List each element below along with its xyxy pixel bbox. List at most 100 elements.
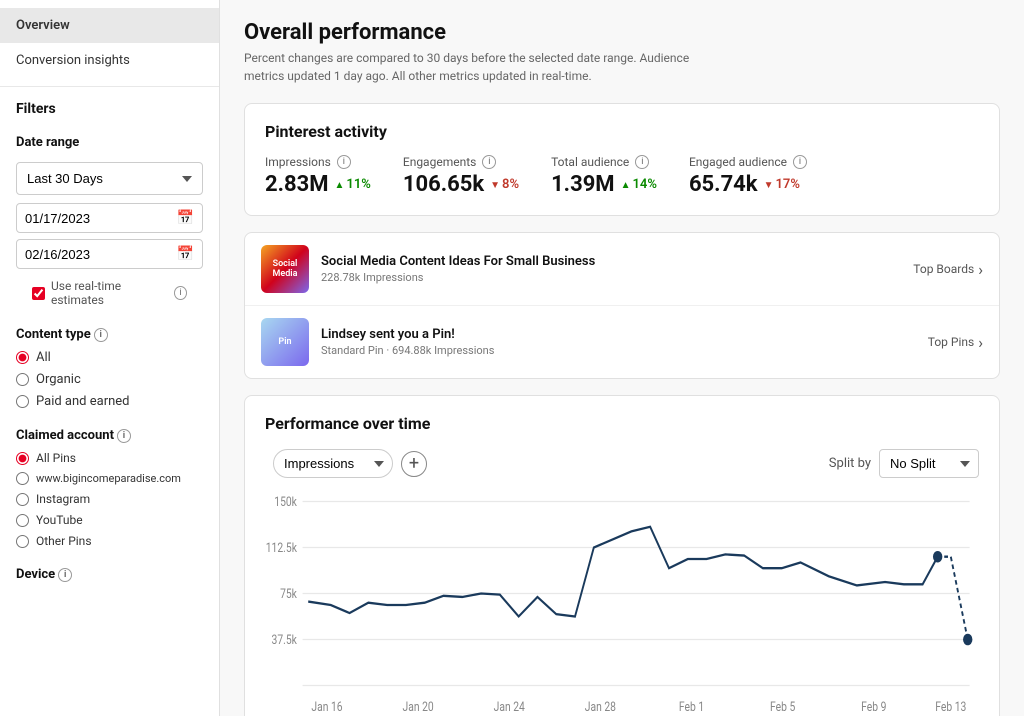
svg-text:Feb 5: Feb 5 [770, 699, 796, 714]
performance-title: Performance over time [265, 414, 430, 433]
svg-text:Feb 13: Feb 13 [935, 699, 966, 714]
total-audience-arrow-up [621, 177, 631, 192]
end-date-input-row: 📅 [16, 239, 203, 269]
performance-card: Performance over time Impressions + Spli… [244, 395, 1000, 716]
metric-impressions-label: Impressions i [265, 155, 371, 169]
featured-info-0: Social Media Content Ideas For Small Bus… [321, 254, 913, 284]
metric-select[interactable]: Impressions [273, 449, 393, 478]
engaged-audience-info-icon[interactable]: i [793, 155, 807, 169]
featured-sub-1: Standard Pin · 694.88k Impressions [321, 344, 928, 357]
svg-text:Feb 1: Feb 1 [679, 699, 704, 714]
date-range-section: Last 30 Days 📅 📅 Use real-time estimates… [0, 154, 219, 319]
svg-text:Jan 16: Jan 16 [311, 699, 342, 714]
metric-engaged-audience-label: Engaged audience i [689, 155, 807, 169]
realtime-checkbox[interactable] [32, 287, 45, 300]
featured-action-1[interactable]: Top Pins [928, 333, 983, 352]
sidebar-nav: Overview Conversion insights [0, 0, 219, 86]
claimed-other-pins[interactable]: Other Pins [16, 534, 203, 548]
page-title: Overall performance [244, 20, 1000, 45]
featured-card: Social Media Social Media Content Ideas … [244, 232, 1000, 379]
chart-line-solid [308, 527, 937, 617]
claimed-account-info-icon[interactable]: i [117, 429, 131, 443]
content-type-organic[interactable]: Organic [16, 372, 203, 387]
performance-chart: 150k 112.5k 75k 37.5k Jan 16 Jan 20 Jan … [265, 490, 979, 716]
content-type-group: Content type i All Organic Paid and earn… [0, 319, 219, 420]
featured-thumb-0: Social Media [261, 245, 309, 293]
sidebar: Overview Conversion insights Filters Dat… [0, 0, 220, 716]
split-select[interactable]: No Split [879, 449, 979, 478]
svg-text:75k: 75k [280, 586, 297, 601]
pinterest-activity-card: Pinterest activity Impressions i 2.83M 1… [244, 103, 1000, 216]
engagements-info-icon[interactable]: i [482, 155, 496, 169]
end-date-input[interactable] [25, 247, 177, 262]
svg-text:Jan 24: Jan 24 [494, 699, 526, 714]
realtime-label: Use real-time estimates [51, 279, 165, 307]
featured-sub-0: 228.78k Impressions [321, 271, 913, 284]
total-audience-change: 14% [621, 177, 657, 192]
device-label: Device i [16, 567, 203, 582]
metric-engagements: Engagements i 106.65k 8% [403, 155, 519, 197]
chart-dot-dashed-end [963, 634, 972, 646]
svg-text:Jan 20: Jan 20 [403, 699, 434, 714]
impressions-change: 11% [335, 177, 371, 192]
featured-thumb-social-img: Social Media [261, 245, 309, 293]
claimed-instagram[interactable]: Instagram [16, 492, 203, 506]
metric-impressions: Impressions i 2.83M 11% [265, 155, 371, 197]
svg-text:112.5k: 112.5k [266, 540, 297, 555]
claimed-youtube[interactable]: YouTube [16, 513, 203, 527]
performance-controls-left: Impressions + [265, 449, 427, 478]
add-metric-button[interactable]: + [401, 451, 427, 477]
metric-engagements-value: 106.65k 8% [403, 172, 519, 197]
claimed-account-label: Claimed account i [16, 428, 203, 443]
claimed-website[interactable]: www.bigincomeparadise.com [16, 472, 203, 485]
chart-container: 150k 112.5k 75k 37.5k Jan 16 Jan 20 Jan … [265, 490, 979, 716]
metric-total-audience: Total audience i 1.39M 14% [551, 155, 657, 197]
start-date-calendar-icon[interactable]: 📅 [177, 210, 194, 226]
impressions-arrow-up [335, 177, 345, 192]
sidebar-item-conversion[interactable]: Conversion insights [0, 43, 219, 78]
realtime-checkbox-row: Use real-time estimates i [16, 275, 203, 311]
filters-header: Filters [0, 86, 219, 125]
featured-thumb-1: Pin [261, 318, 309, 366]
chevron-right-icon-1 [978, 333, 983, 352]
date-range-select[interactable]: Last 30 Days [16, 162, 203, 195]
metrics-row: Impressions i 2.83M 11% Engagements i [265, 155, 979, 197]
featured-action-0[interactable]: Top Boards [913, 260, 983, 279]
impressions-info-icon[interactable]: i [337, 155, 351, 169]
content-type-label: Content type i [16, 327, 203, 342]
sidebar-item-overview[interactable]: Overview [0, 8, 219, 43]
engagements-change: 8% [490, 177, 519, 192]
start-date-input[interactable] [25, 211, 177, 226]
metric-engaged-audience-value: 65.74k 17% [689, 172, 807, 197]
featured-item-0: Social Media Social Media Content Ideas … [245, 233, 999, 306]
content-type-paid[interactable]: Paid and earned [16, 394, 203, 409]
performance-header: Performance over time [265, 414, 979, 433]
engagements-arrow-down [490, 177, 500, 192]
metric-total-audience-label: Total audience i [551, 155, 657, 169]
featured-item-1: Pin Lindsey sent you a Pin! Standard Pin… [245, 306, 999, 378]
start-date-input-row: 📅 [16, 203, 203, 233]
content-type-all[interactable]: All [16, 350, 203, 365]
claimed-all-pins[interactable]: All Pins [16, 451, 203, 465]
svg-text:150k: 150k [274, 494, 297, 509]
split-by-label: Split by [829, 456, 871, 471]
chevron-right-icon-0 [978, 260, 983, 279]
realtime-info-icon[interactable]: i [174, 286, 187, 300]
content-type-info-icon[interactable]: i [94, 328, 108, 342]
activity-card-title: Pinterest activity [265, 122, 979, 141]
device-info-icon[interactable]: i [58, 568, 72, 582]
performance-controls-right: Split by No Split [829, 449, 979, 478]
end-date-calendar-icon[interactable]: 📅 [177, 246, 194, 262]
engaged-audience-change: 17% [764, 177, 800, 192]
featured-title-1: Lindsey sent you a Pin! [321, 327, 928, 342]
total-audience-info-icon[interactable]: i [635, 155, 649, 169]
featured-info-1: Lindsey sent you a Pin! Standard Pin · 6… [321, 327, 928, 357]
svg-text:37.5k: 37.5k [272, 632, 298, 647]
chart-dot-solid-end [933, 551, 942, 563]
metric-impressions-value: 2.83M 11% [265, 172, 371, 197]
device-group: Device i [0, 559, 219, 594]
date-range-label: Date range [0, 125, 219, 154]
page-subtitle: Percent changes are compared to 30 days … [244, 49, 724, 85]
metric-engagements-label: Engagements i [403, 155, 519, 169]
main-content: Overall performance Percent changes are … [220, 0, 1024, 716]
